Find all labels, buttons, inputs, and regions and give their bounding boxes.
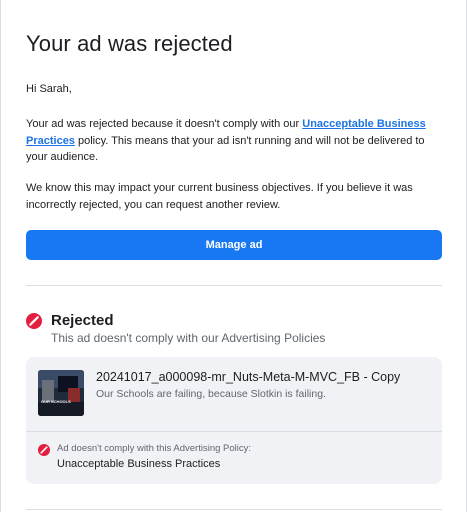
bottom-divider <box>26 509 442 510</box>
ad-thumbnail-image <box>38 370 84 416</box>
section-divider <box>26 285 442 286</box>
ad-primary-text: Our Schools are failing, because Slotkin… <box>96 388 326 400</box>
rejected-icon <box>26 313 42 329</box>
ad-name: 20241017_a000098-mr_Nuts-Meta-M-MVC_FB -… <box>96 370 401 384</box>
status-subtitle: This ad doesn't comply with our Advertis… <box>51 331 326 345</box>
greeting: Hi Sarah, <box>26 83 72 95</box>
policy-label: Ad doesn't comply with this Advertising … <box>57 443 252 454</box>
review-info: We know this may impact your current bus… <box>26 182 413 211</box>
rejection-explanation: Your ad was rejected because it doesn't … <box>26 116 441 166</box>
card-divider <box>26 431 442 432</box>
manage-ad-button[interactable]: Manage ad <box>26 230 442 260</box>
ad-thumbnail: OUR SCHOOLS <box>38 370 84 416</box>
rejected-icon <box>38 444 50 456</box>
email-page: Your ad was rejected Hi Sarah, Your ad w… <box>0 0 467 512</box>
policy-name: Unacceptable Business Practices <box>57 458 221 470</box>
page-title: Your ad was rejected <box>26 31 233 56</box>
explanation-text-end: policy. This means that your ad isn't ru… <box>26 134 425 164</box>
status-title: Rejected <box>51 312 114 329</box>
explanation-text-start: Your ad was rejected because it doesn't … <box>26 118 303 130</box>
ad-card: OUR SCHOOLS 20241017_a000098-mr_Nuts-Met… <box>26 357 442 484</box>
thumbnail-caption: OUR SCHOOLS <box>41 399 71 404</box>
